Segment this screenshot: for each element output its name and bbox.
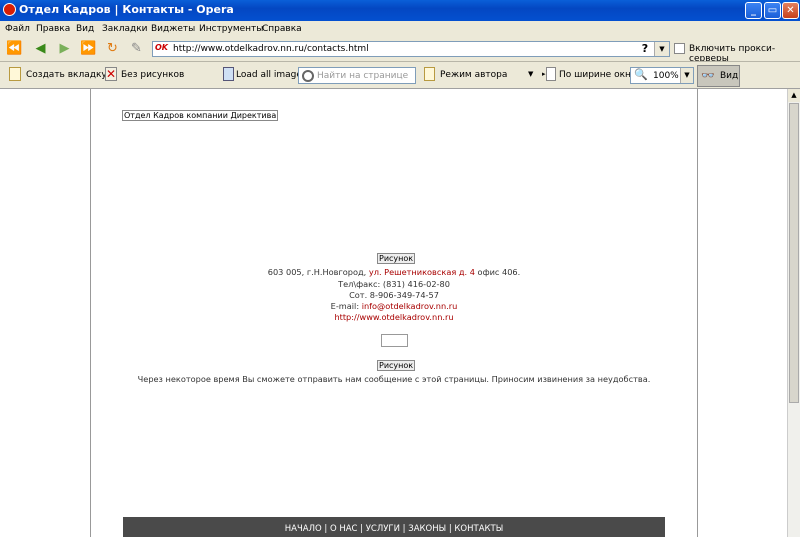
menu-view[interactable]: Вид (76, 24, 94, 34)
address-dropdown-icon[interactable]: ▼ (654, 42, 669, 56)
help-icon[interactable]: ? (638, 42, 652, 56)
window-titlebar: Отдел Кадров | Контакты - Opera _ ▭ ✕ (0, 0, 800, 21)
minimize-button[interactable]: _ (745, 2, 762, 19)
menu-bookmarks[interactable]: Закладки (102, 24, 148, 34)
office-text: офис 406. (474, 267, 521, 277)
fit-width-button[interactable]: По ширине окна (559, 70, 636, 80)
footer-nav[interactable]: НАЧАЛО | О НАС | УСЛУГИ | ЗАКОНЫ | КОНТА… (123, 517, 665, 537)
ok-badge: OK (155, 43, 168, 52)
menu-tools[interactable]: Инструменты (199, 24, 263, 34)
menu-widgets[interactable]: Виджеты (151, 24, 195, 34)
address-text: 603 005, г.Н.Новгород, (267, 267, 369, 277)
fit-width-arrow-icon: ▸ (542, 70, 546, 78)
site-link[interactable]: http://www.otdelkadrov.nn.ru (91, 312, 697, 322)
empty-form-box[interactable] (381, 334, 408, 347)
author-mode-button[interactable]: Режим автора (440, 70, 507, 80)
contact-email: E-mail: info@otdelkadrov.nn.ru (91, 301, 697, 311)
forward-icon[interactable]: ▶ (56, 40, 73, 57)
image-placeholder: Рисунок (377, 253, 416, 264)
scroll-up-icon[interactable]: ▲ (788, 89, 800, 102)
zoom-select[interactable]: 🔍 100% ▼ (630, 67, 694, 84)
close-button[interactable]: ✕ (782, 2, 799, 19)
reload-icon[interactable]: ↻ (104, 40, 121, 57)
contact-address: 603 005, г.Н.Новгород, ул. Решетниковска… (91, 267, 697, 277)
author-mode-icon (424, 67, 435, 81)
view-label: Вид (720, 71, 739, 81)
back-icon[interactable]: ◀ (32, 40, 49, 57)
no-images-icon: ✕ (105, 67, 117, 81)
proxy-checkbox[interactable] (674, 43, 685, 54)
brand-image-alt[interactable]: Отдел Кадров компании Директива (122, 110, 279, 121)
page-viewport: Отдел Кадров компании Директива Рисунок … (0, 89, 787, 537)
author-mode-dropdown-icon[interactable]: ▼ (528, 70, 533, 78)
view-button[interactable]: 👓 Вид (697, 65, 740, 87)
opera-logo-icon (3, 3, 16, 16)
notice-text: Через некоторое время Вы сможете отправи… (137, 374, 651, 384)
menu-bar: Файл Правка Вид Закладки Виджеты Инструм… (0, 21, 800, 37)
glasses-icon: 👓 (701, 69, 715, 82)
fast-forward-icon[interactable]: ⏩ (80, 40, 97, 57)
menu-edit[interactable]: Правка (36, 24, 70, 34)
email-link[interactable]: info@otdelkadrov.nn.ru (362, 301, 458, 311)
window-title: Отдел Кадров | Контакты - Opera (19, 3, 234, 16)
email-label: E-mail: (330, 301, 362, 311)
zoom-magnifier-icon: 🔍 (634, 68, 648, 81)
zoom-value: 100% (653, 71, 679, 81)
maximize-button[interactable]: ▭ (764, 2, 781, 19)
fit-width-icon (546, 67, 556, 81)
new-tab-icon (9, 67, 21, 81)
image-placeholder-2: Рисунок (377, 360, 416, 371)
url-text[interactable]: http://www.otdelkadrov.nn.ru/contacts.ht… (173, 44, 369, 54)
menu-file[interactable]: Файл (5, 24, 30, 34)
edit-pen-icon[interactable]: ✎ (128, 40, 145, 57)
no-images-button[interactable]: Без рисунков (121, 70, 184, 80)
search-icon (302, 70, 314, 82)
vertical-scrollbar[interactable]: ▲ (787, 89, 800, 537)
menu-help[interactable]: Справка (262, 24, 302, 34)
load-images-button[interactable]: Load all images (236, 70, 307, 80)
rewind-icon[interactable]: ⏪ (6, 40, 23, 57)
zoom-dropdown-icon[interactable]: ▼ (680, 68, 693, 83)
contact-telfax: Тел\факс: (831) 416-02-80 (338, 279, 450, 289)
find-on-page-input[interactable]: Найти на странице (298, 67, 416, 84)
load-images-icon (223, 67, 234, 81)
address-field[interactable]: OK http://www.otdelkadrov.nn.ru/contacts… (152, 41, 670, 57)
contact-mobile: Сот. 8-906-349-74-57 (349, 290, 439, 300)
street-link[interactable]: ул. Решетниковская д. 4 (369, 267, 475, 277)
scroll-thumb[interactable] (789, 103, 799, 403)
page-body: Отдел Кадров компании Директива Рисунок … (90, 89, 698, 537)
new-tab-button[interactable]: Создать вкладку (26, 70, 107, 80)
find-placeholder: Найти на странице (317, 71, 409, 81)
